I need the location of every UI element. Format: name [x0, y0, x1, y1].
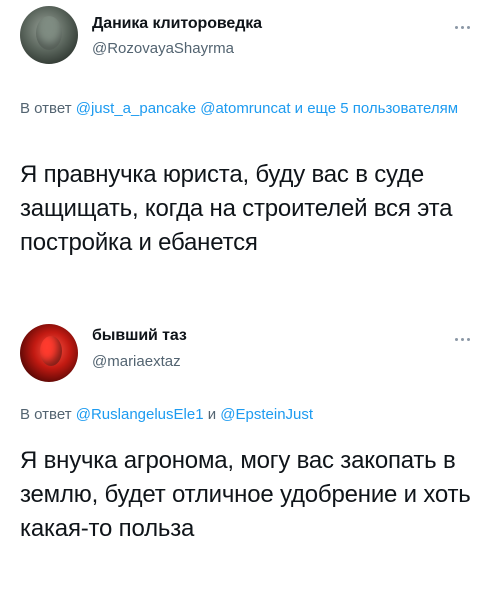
avatar[interactable] [20, 324, 78, 382]
reply-context: В ответ @RuslangelusEle1 и @EpsteinJust [20, 404, 480, 426]
user-handle[interactable]: @RozovayaShayrma [92, 40, 234, 57]
user-name[interactable]: бывший таз [92, 327, 187, 345]
reply-prefix: В ответ [20, 406, 72, 423]
user-handle[interactable]: @mariaextaz [92, 353, 181, 370]
reply-suffix[interactable]: и еще 5 пользователям [295, 100, 458, 117]
mention-link[interactable]: @atomruncat [200, 100, 290, 117]
tweet-text: Я правнучка юриста, буду вас в суде защи… [20, 161, 453, 256]
reply-prefix: В ответ [20, 100, 72, 117]
reply-context: В ответ @just_a_pancake @atomruncat и ещ… [20, 98, 480, 120]
more-options-icon[interactable] [452, 22, 472, 32]
more-options-icon[interactable] [452, 334, 472, 344]
mention-link[interactable]: @EpsteinJust [220, 406, 313, 423]
mention-link[interactable]: @RuslangelusEle1 [76, 406, 204, 423]
avatar-face [36, 16, 62, 50]
avatar[interactable] [20, 6, 78, 64]
tweet[interactable]: Даника клиторoведка @RozovayaShayrma В о… [0, 0, 500, 310]
user-name[interactable]: Даника клиторoведка [92, 15, 262, 33]
avatar-face [40, 336, 62, 366]
reply-conjunction: и [207, 406, 217, 423]
tweet[interactable]: бывший таз @mariaextaz В ответ @Ruslange… [0, 310, 500, 597]
mention-link[interactable]: @just_a_pancake [76, 100, 196, 117]
tweet-text: Я внучка агронома, могу вас закопать в з… [20, 447, 471, 542]
